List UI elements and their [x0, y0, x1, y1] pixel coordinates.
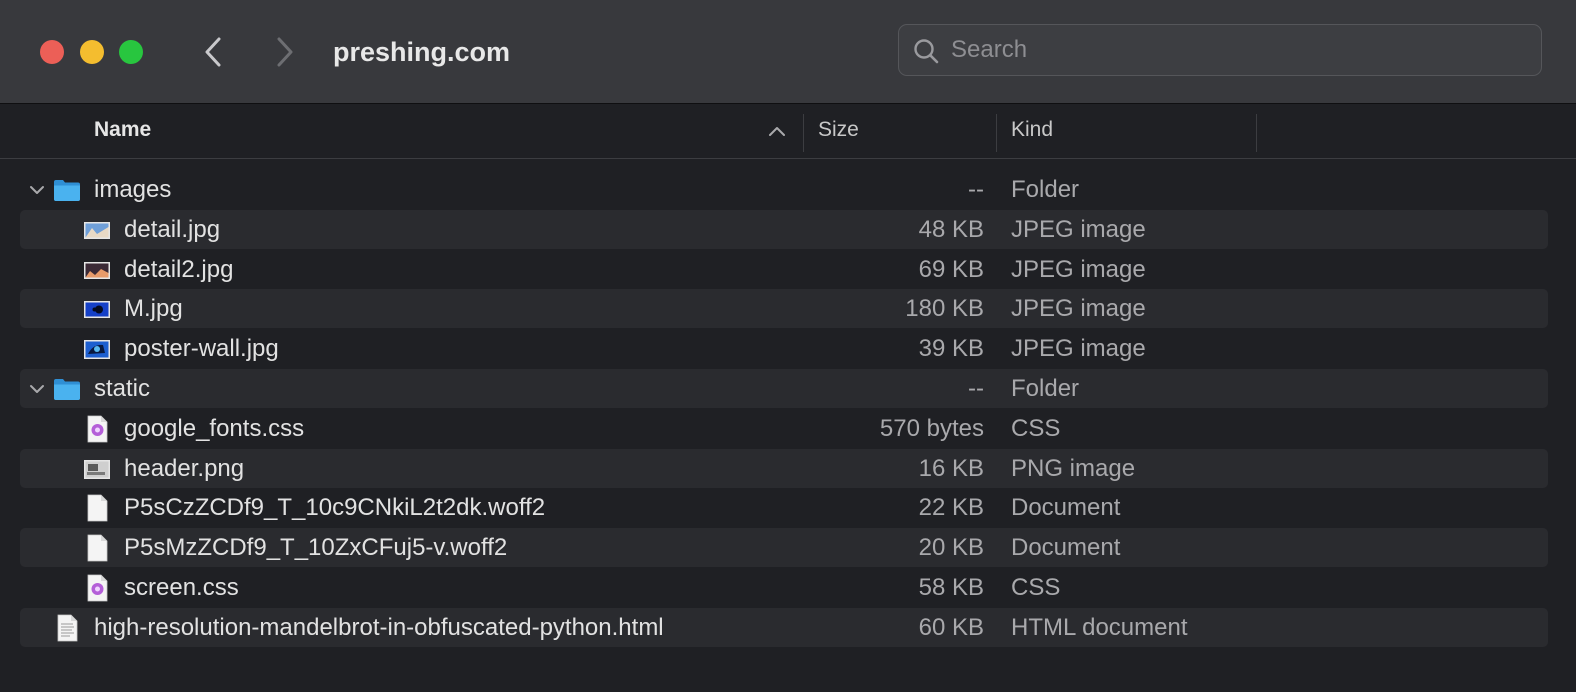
file-size: 39 KB: [918, 335, 984, 362]
file-name: static: [94, 375, 151, 402]
chevron-down-icon[interactable]: [28, 380, 46, 398]
close-window-button[interactable]: [40, 40, 64, 64]
file-name: images: [94, 176, 172, 203]
file-size: --: [968, 375, 984, 402]
sort-ascending-icon[interactable]: [767, 124, 787, 138]
search-input[interactable]: [951, 34, 1521, 66]
column-header: Name Size Kind: [0, 104, 1576, 159]
file-name: google_fonts.css: [124, 415, 305, 442]
file-name: detail.jpg: [124, 216, 221, 243]
list-item-detail2-jpg[interactable]: detail2.jpg 69 KB JPEG image: [20, 250, 1548, 289]
folder-icon: [54, 180, 80, 201]
file-kind: JPEG image: [1011, 335, 1146, 362]
list-item-screen-css[interactable]: screen.css 58 KB CSS: [20, 568, 1548, 607]
list-item-html-document[interactable]: high-resolution-mandelbrot-in-obfuscated…: [20, 608, 1548, 647]
chevron-right-icon: [277, 37, 293, 67]
list-item-detail-jpg[interactable]: detail.jpg 48 KB JPEG image: [20, 210, 1548, 249]
chevron-left-icon: [205, 37, 221, 67]
list-item-woff2-document[interactable]: P5sMzZCDf9_T_10ZxCFuj5-v.woff2 20 KB Doc…: [20, 528, 1548, 567]
file-size: 22 KB: [918, 494, 984, 521]
search-field[interactable]: [898, 24, 1542, 76]
column-header-kind[interactable]: Kind: [1011, 104, 1053, 158]
file-kind: JPEG image: [1011, 295, 1146, 322]
file-size: 58 KB: [918, 574, 984, 601]
list-item-woff2-document[interactable]: P5sCzZCDf9_T_10c9CNkiL2t2dk.woff2 22 KB …: [20, 488, 1548, 527]
file-kind: Folder: [1011, 176, 1080, 203]
file-kind: Document: [1011, 494, 1121, 521]
search-icon: [914, 39, 939, 64]
list-item-m-jpg[interactable]: M.jpg 180 KB JPEG image: [20, 289, 1548, 328]
file-kind: Folder: [1011, 375, 1080, 402]
folder-icon: [54, 379, 80, 400]
back-button[interactable]: [198, 34, 228, 70]
list-item-header-png[interactable]: header.png 16 KB PNG image: [20, 449, 1548, 488]
file-name: P5sMzZCDf9_T_10ZxCFuj5-v.woff2: [124, 534, 508, 561]
list-item-google-fonts-css[interactable]: google_fonts.css 570 bytes CSS: [20, 409, 1548, 448]
column-divider[interactable]: [996, 114, 997, 152]
file-size: 16 KB: [918, 455, 984, 482]
png-thumbnail-icon: [84, 460, 110, 479]
file-size: 48 KB: [918, 216, 984, 243]
column-divider[interactable]: [803, 114, 804, 152]
finder-window: preshing.com Name Size Kind: [0, 0, 1576, 692]
html-file-icon: [57, 614, 78, 642]
file-size: 180 KB: [905, 295, 984, 322]
css-file-icon: [87, 415, 108, 443]
minimize-window-button[interactable]: [80, 40, 104, 64]
document-icon: [87, 534, 108, 562]
list-item-poster-wall-jpg[interactable]: poster-wall.jpg 39 KB JPEG image: [20, 329, 1548, 368]
zoom-window-button[interactable]: [119, 40, 143, 64]
file-name: poster-wall.jpg: [124, 335, 279, 362]
column-header-size[interactable]: Size: [818, 104, 859, 158]
jpeg-thumbnail-icon: [84, 340, 110, 359]
file-name: high-resolution-mandelbrot-in-obfuscated…: [94, 614, 664, 641]
file-name: M.jpg: [124, 295, 183, 322]
file-name: detail2.jpg: [124, 256, 234, 283]
column-divider[interactable]: [1256, 114, 1257, 152]
forward-button[interactable]: [270, 34, 300, 70]
file-kind: JPEG image: [1011, 216, 1146, 243]
file-kind: CSS: [1011, 415, 1061, 442]
file-kind: HTML document: [1011, 614, 1188, 641]
window-title: preshing.com: [333, 37, 511, 67]
file-kind: PNG image: [1011, 455, 1136, 482]
css-file-icon: [87, 574, 108, 602]
jpeg-thumbnail-icon: [84, 262, 110, 279]
jpeg-thumbnail-icon: [84, 222, 110, 239]
file-size: 60 KB: [918, 614, 984, 641]
list-item-images[interactable]: images -- Folder: [20, 170, 1548, 209]
file-size: 69 KB: [918, 256, 984, 283]
jpeg-thumbnail-icon: [84, 301, 110, 318]
file-size: 20 KB: [918, 534, 984, 561]
file-name: header.png: [124, 455, 245, 482]
file-kind: JPEG image: [1011, 256, 1146, 283]
file-name: screen.css: [124, 574, 239, 601]
list-item-static[interactable]: static -- Folder: [20, 369, 1548, 408]
chevron-down-icon[interactable]: [28, 181, 46, 199]
document-icon: [87, 494, 108, 522]
file-size: --: [968, 176, 984, 203]
column-header-name[interactable]: Name: [94, 104, 151, 158]
file-size: 570 bytes: [879, 415, 984, 442]
file-kind: Document: [1011, 534, 1121, 561]
file-kind: CSS: [1011, 574, 1061, 601]
file-name: P5sCzZCDf9_T_10c9CNkiL2t2dk.woff2: [124, 494, 546, 521]
title-bar: preshing.com: [0, 0, 1576, 104]
